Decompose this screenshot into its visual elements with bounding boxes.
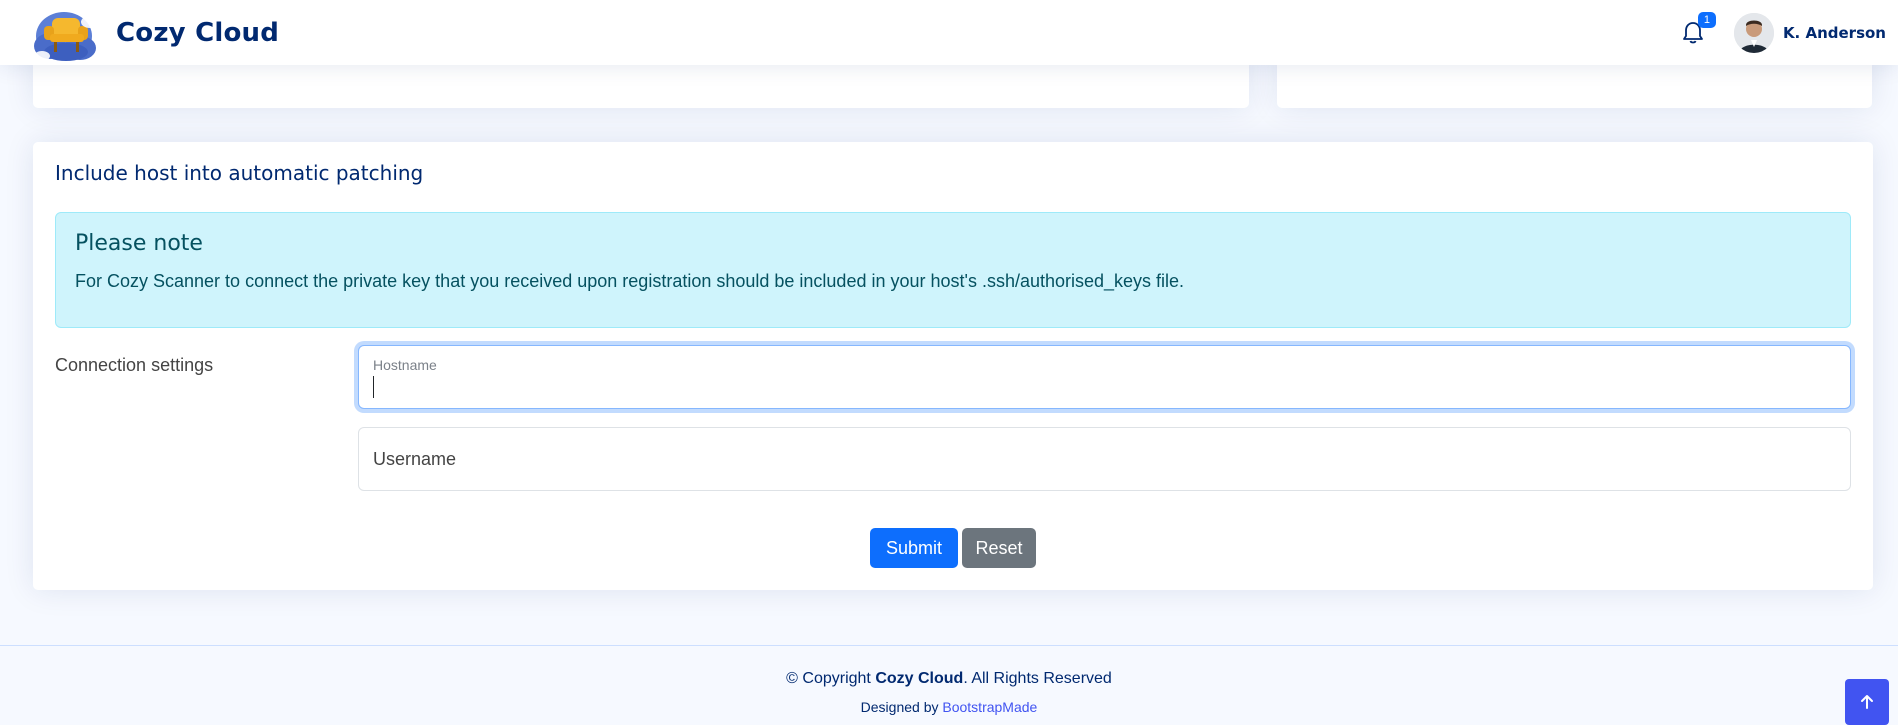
copyright-prefix: © Copyright [786,670,876,687]
credits-text: Designed by BootstrapMade [0,699,1898,715]
top-header: Cozy Cloud 1 K. Anderson [0,0,1898,65]
username-placeholder: Username [373,449,457,469]
footer: © Copyright Cozy Cloud. All Rights Reser… [0,645,1898,725]
submit-button[interactable]: Submit [870,528,958,568]
brand-logo[interactable]: Cozy Cloud [30,2,279,64]
bootstrapmade-link[interactable]: BootstrapMade [942,699,1037,715]
info-alert: Please note For Cozy Scanner to connect … [55,212,1851,328]
credits-prefix: Designed by [860,699,943,715]
text-caret [373,376,374,398]
username-input[interactable]: Username [358,427,1851,491]
copyright-brand: Cozy Cloud [875,670,964,687]
patching-form-card: Include host into automatic patching Ple… [33,142,1873,590]
copyright-text: © Copyright Cozy Cloud. All Rights Reser… [0,670,1898,688]
arrow-up-icon [1861,695,1873,709]
hostname-label: Hostname [373,357,437,373]
copyright-suffix: . All Rights Reserved [963,670,1112,687]
cloud-sofa-logo-icon [30,2,104,64]
brand-name: Cozy Cloud [116,17,280,48]
alert-text: For Cozy Scanner to connect the private … [75,271,1185,291]
user-name[interactable]: K. Anderson [1783,24,1886,42]
notification-count-badge: 1 [1697,11,1716,28]
user-avatar[interactable] [1733,12,1774,53]
notifications-button[interactable]: 1 [1678,11,1716,48]
connection-settings-label: Connection settings [55,355,214,375]
card-title: Include host into automatic patching [55,161,424,185]
reset-button[interactable]: Reset [962,528,1036,568]
back-to-top-button[interactable] [1845,679,1889,725]
alert-heading: Please note [75,231,203,256]
hostname-input[interactable]: Hostname [358,345,1851,409]
